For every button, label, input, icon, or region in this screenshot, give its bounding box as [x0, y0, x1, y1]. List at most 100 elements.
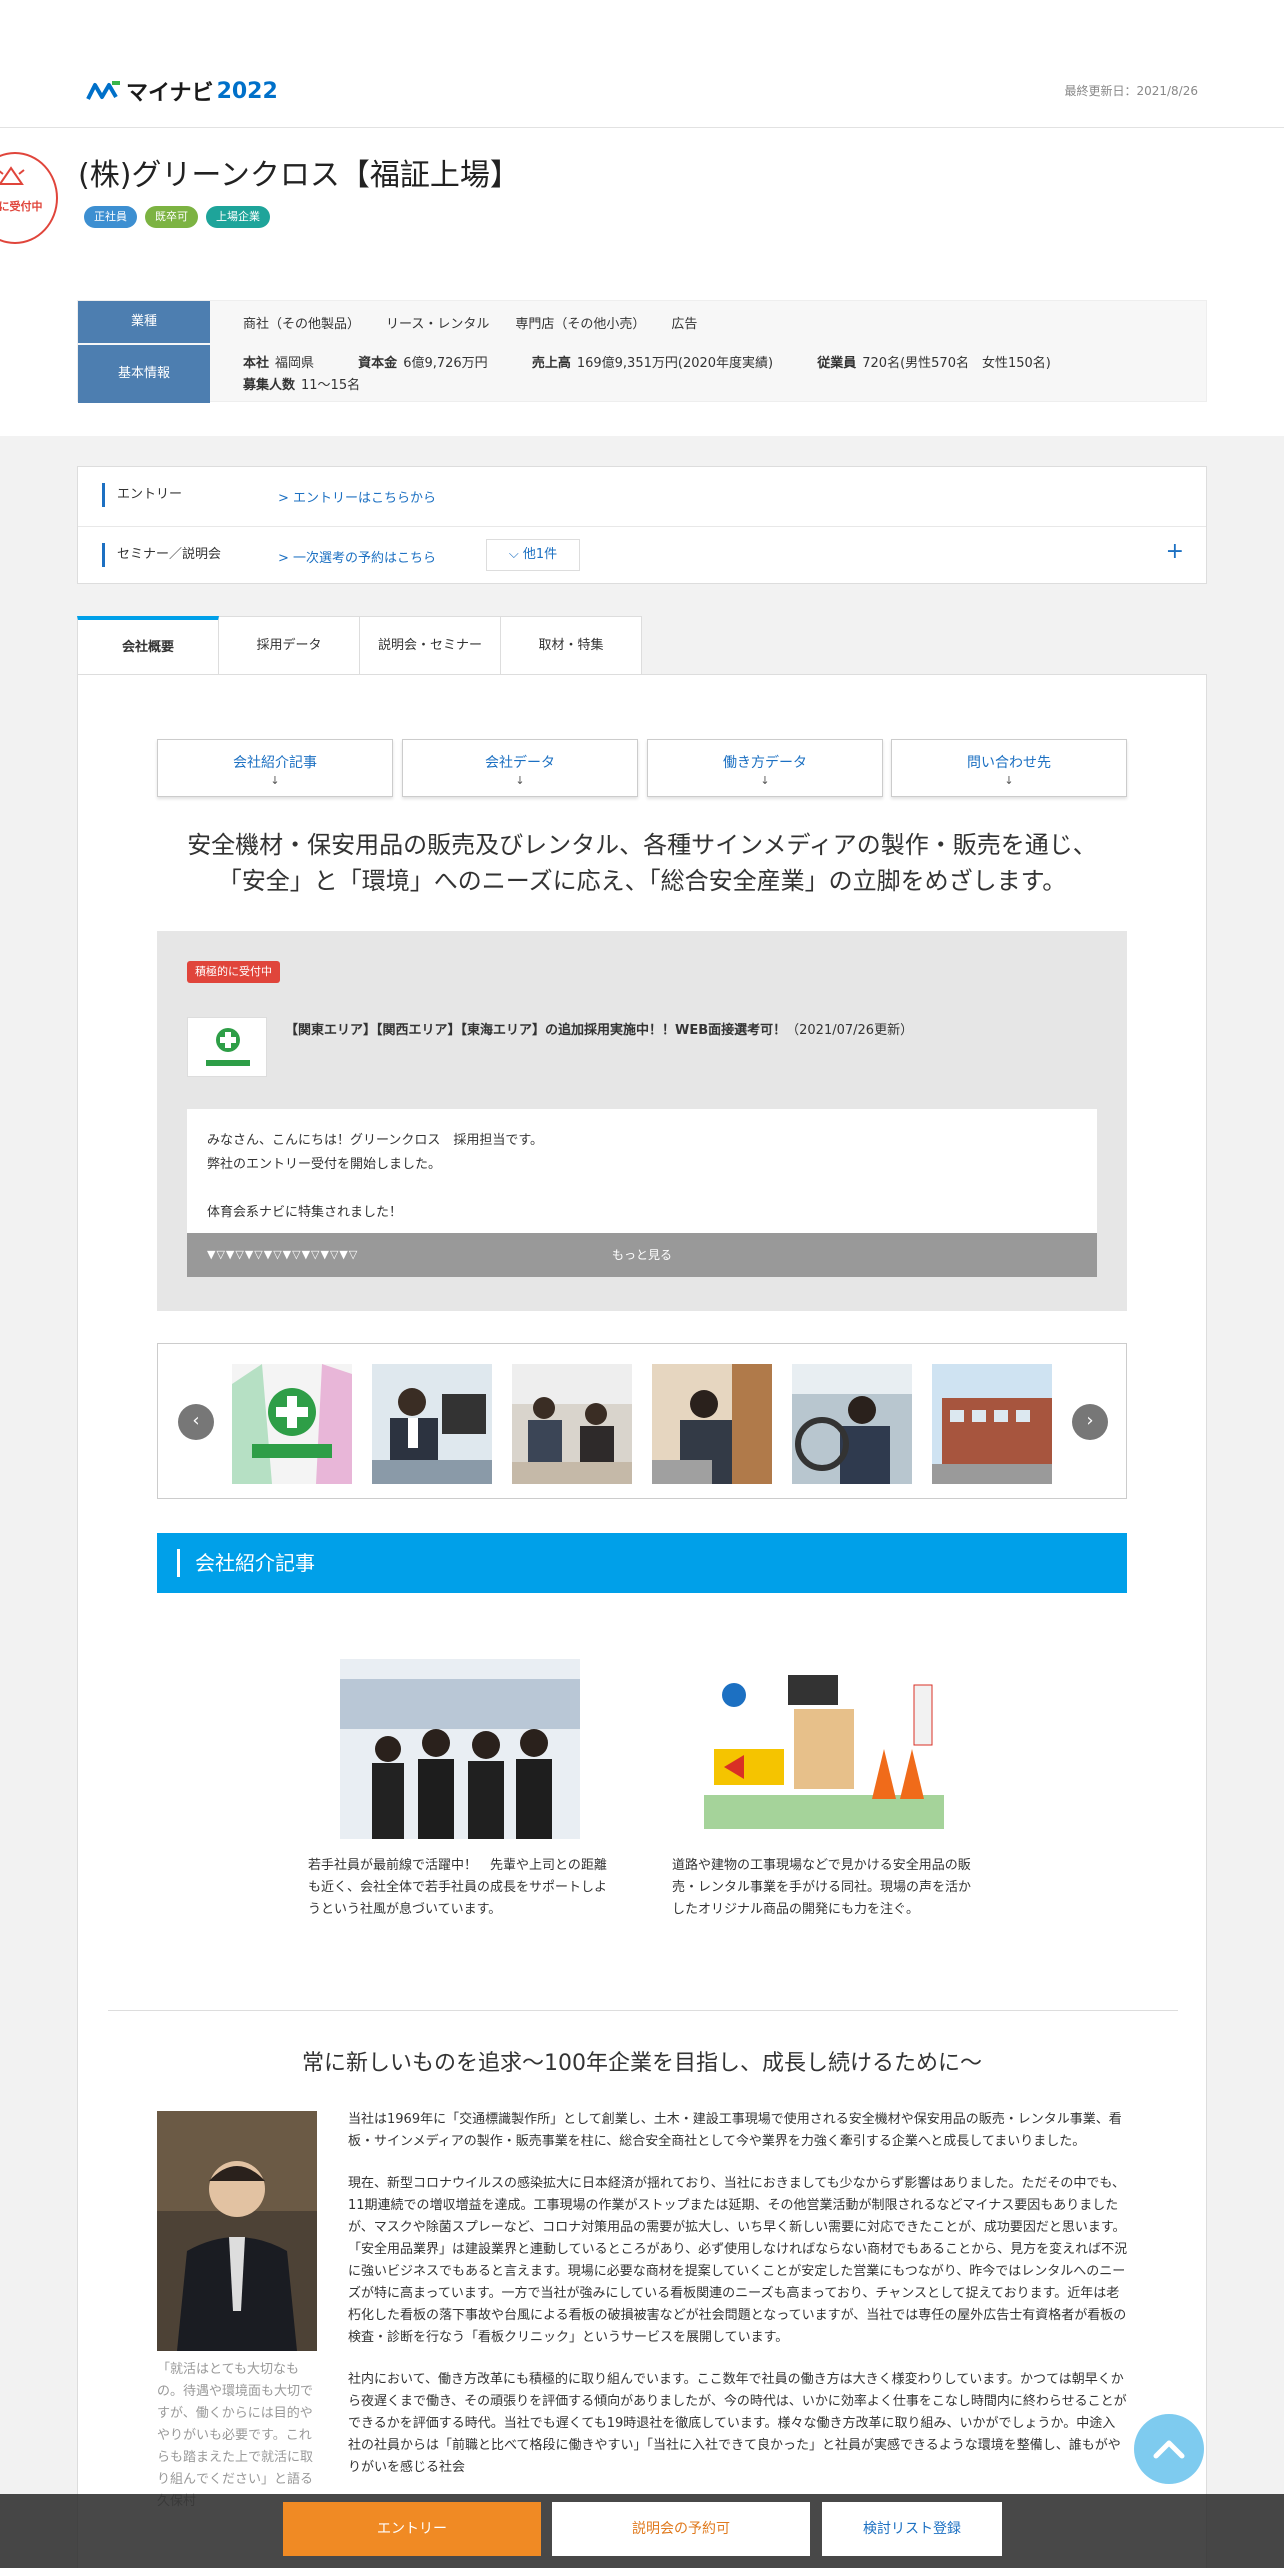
carousel-prev-button[interactable]: ‹ — [178, 1404, 214, 1440]
seminar-link[interactable]: 一次選考の予約はこちら — [278, 547, 436, 566]
company-tags: 正社員 既卒可 上場企業 — [84, 206, 270, 228]
carousel-thumb[interactable] — [652, 1364, 772, 1484]
tab-company-overview[interactable]: 会社概要 — [77, 616, 219, 676]
more-label: 他1件 — [522, 547, 558, 562]
carousel-thumb[interactable] — [932, 1364, 1052, 1484]
logo-photo — [232, 1364, 352, 1484]
tab-recruitment-data[interactable]: 採用データ — [218, 616, 360, 674]
megaphone-icon — [0, 166, 25, 185]
arrow-down-icon: ↓ — [1004, 774, 1014, 787]
tab-features[interactable]: 取材・特集 — [500, 616, 642, 674]
industry-item: 商社（その他製品） — [243, 317, 361, 332]
entry-box: エントリー エントリーはこちらから セミナー／説明会 一次選考の予約はこちら ⌵… — [77, 466, 1207, 584]
news-body-line: 弊社のエントリー受付を開始しました。 — [207, 1157, 442, 1172]
company-name: (株)グリーンクロス【福証上場】 — [78, 158, 520, 193]
anchor-company-articles[interactable]: 会社紹介記事 ↓ — [157, 739, 393, 797]
bottom-action-bar: エントリー 説明会の予約可 検討リスト登録 — [0, 2494, 1284, 2568]
carousel-thumb[interactable] — [512, 1364, 632, 1484]
driving-photo — [792, 1364, 912, 1484]
anchor-label: 会社紹介記事 — [233, 755, 317, 771]
logo-text: マイナビ — [126, 81, 214, 106]
industry-list: 商社（その他製品） リース・レンタル 専門店（その他小売） 広告 — [243, 313, 697, 332]
news-badge: 積極的に受付中 — [187, 961, 280, 983]
basic-key: 売上高 — [531, 356, 571, 371]
catch-line-2: 「安全」と「環境」へのニーズに応え、「総合安全産業」の立脚をめざします。 — [217, 867, 1067, 895]
basic-value: 720名(男性570名 女性150名) — [862, 356, 1051, 371]
news-date: （2021/07/26更新） — [786, 1023, 914, 1038]
industry-item: 専門店（その他小売） — [515, 317, 646, 332]
photo-carousel: ‹ › — [157, 1343, 1127, 1499]
desk-work-photo — [652, 1364, 772, 1484]
basic-value: 169億9,351万円(2020年度実績) — [576, 356, 774, 371]
overview-panel: 会社紹介記事 ↓ 会社データ ↓ 働き方データ ↓ 問い合わせ先 ↓ 安全機材・保安用品… — [77, 674, 1207, 2568]
back-to-top-button[interactable] — [1134, 2414, 1204, 2484]
basic-key: 募集人数 — [243, 378, 296, 393]
logo-year: 2022 — [216, 78, 278, 104]
news-body-line: みなさん、こんにちは！グリーンクロス 採用担当です。 — [207, 1133, 544, 1148]
news-title[interactable]: 【関東エリア】【関西エリア】【東海エリア】の追加採用実施中！！WEB面接選考可！… — [285, 1019, 925, 1043]
basic-value: 11～15名 — [301, 378, 361, 393]
carousel-thumb[interactable] — [372, 1364, 492, 1484]
anchor-company-data[interactable]: 会社データ ↓ — [402, 739, 638, 797]
tag-graduates-ok: 既卒可 — [145, 206, 198, 228]
ceo-caption: 「就活はとても大切なもの。待遇や環境面も大切ですが、働くからには目的ややりがいも… — [157, 2362, 314, 2509]
carousel-next-button[interactable]: › — [1072, 1404, 1108, 1440]
seminar-row: セミナー／説明会 一次選考の予約はこちら ⌵ 他1件 + — [78, 526, 1206, 585]
entry-button[interactable]: エントリー — [283, 2502, 541, 2556]
industry-label: 業種 — [78, 301, 210, 343]
expand-plus-icon[interactable]: + — [1166, 539, 1184, 564]
catch-line-1: 安全機材・保安用品の販売及びレンタル、各種サインメディアの製作・販売を通じ、 — [187, 831, 1097, 859]
anchor-label: 会社データ — [485, 755, 555, 771]
entry-link[interactable]: エントリーはこちらから — [278, 487, 436, 506]
badge-text: 的に受付中 — [0, 200, 43, 213]
anchor-label: 問い合わせ先 — [967, 755, 1051, 771]
carousel-thumb[interactable] — [232, 1364, 352, 1484]
chevron-down-icon: ⌵ — [508, 547, 523, 562]
young-staff-photo — [340, 1659, 580, 1839]
anchor-work-style-data[interactable]: 働き方データ ↓ — [647, 739, 883, 797]
seminar-reserve-button[interactable]: 説明会の予約可 — [552, 2502, 810, 2556]
tag-listed: 上場企業 — [206, 206, 270, 228]
greencross-logo-icon — [206, 1028, 250, 1066]
divider — [108, 2010, 1178, 2011]
products-photo — [704, 1669, 944, 1829]
story-title: 常に新しいものを追求～100年企業を目指し、成長し続けるために～ — [302, 2051, 982, 2076]
anchor-contact[interactable]: 問い合わせ先 ↓ — [891, 739, 1127, 797]
arrow-down-icon: ↓ — [270, 774, 280, 787]
story-body: 当社は1969年に「交通標識製作所」として創業し、土木・建設工事現場で使用される… — [348, 2109, 1128, 2499]
anchor-label: 働き方データ — [723, 755, 807, 771]
industry-item: 広告 — [671, 317, 698, 332]
site-header: マイナビ 2022 最終更新日：2021/8/26 — [0, 0, 1284, 128]
office-worker-photo — [372, 1364, 492, 1484]
mynavi-logo[interactable]: マイナビ 2022 — [86, 76, 278, 106]
entry-label: エントリー — [102, 483, 182, 507]
company-info-box: 業種 基本情報 商社（その他製品） リース・レンタル 専門店（その他小売） 広告… — [77, 300, 1207, 403]
story-paragraph: 社内において、働き方改革にも積極的に取り組んでいます。ここ数年で社員の働き方は大… — [348, 2372, 1127, 2475]
group-photo — [340, 1659, 580, 1839]
company-articles-heading: 会社紹介記事 — [157, 1533, 1127, 1593]
active-recruiting-badge: 的に受付中 — [0, 152, 58, 244]
tab-bar: 会社概要 採用データ 説明会・セミナー 取材・特集 — [77, 616, 642, 676]
read-more-label: もっと見る — [611, 1248, 672, 1262]
article-caption-1: 若手社員が最前線で活躍中！ 先輩や上司との距離も近く、会社全体で若手社員の成長を… — [308, 1858, 608, 1917]
read-more-bar[interactable]: ▼▽▼▽▼▽▼▽▼▽▼▽▼▽▼▽ もっと見る — [187, 1233, 1097, 1277]
basic-key: 従業員 — [817, 356, 857, 371]
basic-value: 福岡県 — [275, 356, 315, 371]
story-paragraph: 現在、新型コロナウイルスの感染拡大に日本経済が揺れており、当社におきましても少な… — [348, 2176, 1128, 2345]
news-box: 積極的に受付中 【関東エリア】【関西エリア】【東海エリア】の追加採用実施中！！W… — [157, 931, 1127, 1311]
more-seminars-button[interactable]: ⌵ 他1件 — [486, 539, 580, 571]
add-to-list-button[interactable]: 検討リスト登録 — [822, 2502, 1002, 2556]
tab-seminars[interactable]: 説明会・セミナー — [359, 616, 501, 674]
basic-key: 資本金 — [358, 356, 398, 371]
catchphrase: 安全機材・保安用品の販売及びレンタル、各種サインメディアの製作・販売を通じ、 「… — [78, 827, 1206, 899]
entry-row: エントリー エントリーはこちらから — [78, 467, 1206, 526]
arrow-down-icon: ↓ — [760, 774, 770, 787]
news-body-line: 体育会系ナビに特集されました！ — [207, 1205, 403, 1220]
portrait-photo — [157, 2111, 317, 2351]
tag-fulltime: 正社員 — [84, 206, 137, 228]
industry-item: リース・レンタル — [386, 317, 490, 332]
news-title-text: 【関東エリア】【関西エリア】【東海エリア】の追加採用実施中！！WEB面接選考可！ — [285, 1023, 787, 1038]
carousel-thumb[interactable] — [792, 1364, 912, 1484]
office-building-photo — [932, 1364, 1052, 1484]
basic-info-label: 基本情報 — [78, 345, 210, 403]
